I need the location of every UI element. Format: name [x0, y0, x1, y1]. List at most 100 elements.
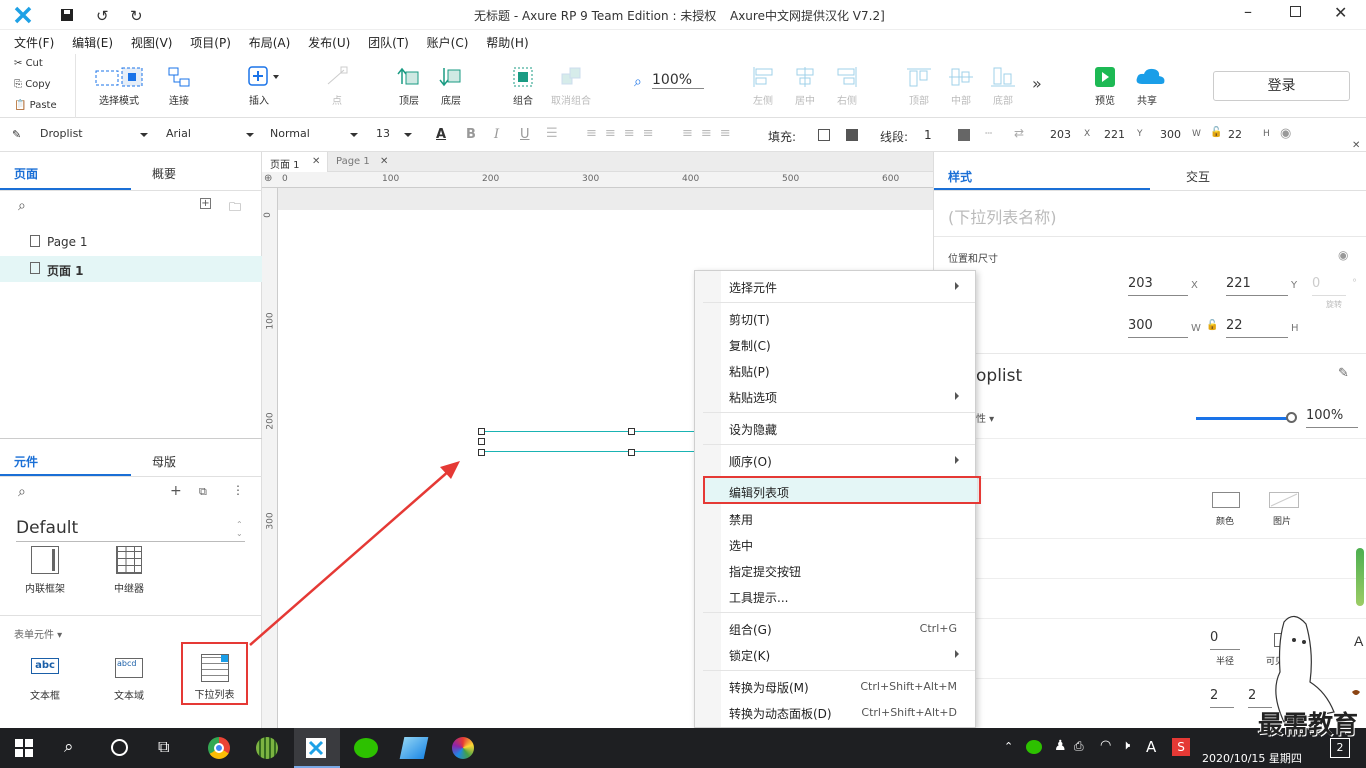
bottom-layer-button[interactable]: 底层: [436, 66, 466, 107]
search-icon[interactable]: ⌕: [18, 198, 26, 214]
style-select[interactable]: Droplist: [40, 125, 152, 145]
ungroup-button[interactable]: 取消组合: [548, 66, 594, 107]
connect-button[interactable]: 连接: [164, 66, 194, 107]
select-mode-button[interactable]: 选择模式: [95, 66, 143, 107]
tab-style[interactable]: 样式: [948, 168, 972, 185]
chrome-icon[interactable]: [208, 737, 230, 759]
ime-indicator[interactable]: A: [1146, 738, 1156, 756]
line-style-icon[interactable]: ┄: [985, 126, 992, 140]
cut-button[interactable]: ✂ Cut: [14, 58, 43, 69]
resize-handle[interactable]: [628, 428, 635, 435]
widget-name-input[interactable]: (下拉列表名称): [948, 204, 1057, 228]
lock-ratio-icon[interactable]: 🔓: [1210, 127, 1222, 138]
top-layer-button[interactable]: 顶层: [394, 66, 424, 107]
height-input[interactable]: 22: [1226, 318, 1288, 338]
widget-droplist[interactable]: 下拉列表: [181, 642, 248, 705]
format-h-value[interactable]: 22: [1228, 128, 1242, 141]
visibility-eye-icon[interactable]: ◉: [1280, 126, 1291, 141]
menu-edit[interactable]: 编辑(E): [72, 30, 113, 55]
tab-outline[interactable]: 概要: [152, 165, 176, 182]
tray-expand-icon[interactable]: ⌃: [1004, 740, 1013, 753]
font-size-select[interactable]: 13: [376, 125, 416, 145]
login-button[interactable]: 登录: [1213, 71, 1350, 101]
wifi-icon[interactable]: ◠: [1100, 738, 1111, 753]
scrollbar[interactable]: [1356, 548, 1364, 606]
library-select[interactable]: Default: [16, 518, 245, 542]
task-view-icon[interactable]: ⧉: [158, 737, 169, 757]
widget-inline-frame[interactable]: 内联框架: [20, 546, 70, 595]
shadow-swatch[interactable]: [846, 129, 858, 141]
opacity-slider[interactable]: [1196, 417, 1288, 420]
paste-button[interactable]: 📋 Paste: [14, 100, 57, 111]
folder-icon[interactable]: 🗀: [229, 198, 241, 219]
padding-left-input[interactable]: 2: [1210, 688, 1234, 708]
close-tab-icon[interactable]: ✕: [312, 156, 320, 167]
minimize-icon[interactable]: –: [1244, 2, 1252, 21]
x-input[interactable]: 203: [1128, 276, 1188, 296]
menu-item-group[interactable]: 组合(G): [729, 621, 772, 638]
menu-item-paste-options[interactable]: 粘贴选项: [729, 389, 777, 406]
cortana-icon[interactable]: [111, 739, 128, 756]
menu-project[interactable]: 项目(P): [190, 30, 231, 55]
resize-handle[interactable]: [478, 438, 485, 445]
menu-layout[interactable]: 布局(A): [249, 30, 291, 55]
menu-file[interactable]: 文件(F): [14, 30, 54, 55]
menu-item-submit-button[interactable]: 指定提交按钮: [729, 563, 801, 580]
line-width-value[interactable]: 1: [924, 128, 932, 142]
tray-wechat-icon[interactable]: [1026, 740, 1042, 754]
menu-item-tooltip[interactable]: 工具提示...: [729, 589, 788, 606]
app-green-icon[interactable]: [256, 737, 278, 759]
fill-color-swatch[interactable]: [818, 129, 830, 141]
lock-icon[interactable]: 🔓: [1206, 320, 1218, 331]
widget-repeater[interactable]: 中继器: [104, 546, 154, 595]
section-form-widgets[interactable]: 表单元件 ▾: [14, 626, 62, 641]
maximize-icon[interactable]: [1290, 6, 1301, 17]
menu-item-disable[interactable]: 禁用: [729, 511, 753, 528]
menu-help[interactable]: 帮助(H): [486, 30, 528, 55]
windows-start-icon[interactable]: [15, 739, 33, 760]
zoom-select[interactable]: 100%: [652, 72, 704, 89]
tray-sogou-icon[interactable]: S: [1172, 738, 1190, 756]
app-color-icon[interactable]: [452, 737, 474, 759]
close-tab-icon[interactable]: ✕: [380, 156, 388, 167]
copy-button[interactable]: ⎘ Copy: [14, 79, 51, 90]
undo-icon[interactable]: ↺: [96, 7, 109, 25]
widget-text-area[interactable]: abcd 文本域: [104, 658, 154, 702]
group-button[interactable]: 组合: [508, 66, 538, 107]
weight-select[interactable]: Normal: [270, 125, 362, 145]
library-copy-icon[interactable]: ⧉: [199, 485, 207, 499]
widget-search-icon[interactable]: ⌕: [18, 484, 26, 500]
align-top-button[interactable]: 顶部: [906, 66, 932, 107]
rotation-input[interactable]: 0: [1312, 276, 1346, 296]
menu-account[interactable]: 账户(C): [427, 30, 469, 55]
opacity-slider-thumb[interactable]: [1286, 412, 1297, 423]
menu-item-order[interactable]: 顺序(O): [729, 453, 772, 470]
tray-qq-icon[interactable]: ♟: [1054, 738, 1067, 754]
tab-pages[interactable]: 页面: [14, 165, 38, 182]
visibility-icon[interactable]: ◉: [1338, 248, 1348, 262]
corner-radius-input[interactable]: 0: [1210, 630, 1240, 650]
menu-publish[interactable]: 发布(U): [308, 30, 350, 55]
resize-handle[interactable]: [478, 428, 485, 435]
align-bottom-button[interactable]: 底部: [990, 66, 1016, 107]
arrow-style-icon[interactable]: ⇄: [1014, 126, 1024, 140]
width-input[interactable]: 300: [1128, 318, 1188, 338]
resize-handle[interactable]: [628, 449, 635, 456]
menu-item-cut[interactable]: 剪切(T): [729, 311, 770, 328]
axure-taskbar-button[interactable]: [294, 728, 340, 768]
underline-icon[interactable]: U: [520, 127, 530, 142]
menu-item-hide[interactable]: 设为隐藏: [729, 421, 777, 438]
close-panel-icon[interactable]: ✕: [1352, 140, 1360, 151]
more-tools-icon[interactable]: »: [1032, 74, 1042, 93]
tray-device-icon[interactable]: ⎙: [1074, 739, 1084, 754]
list-icon[interactable]: ☰: [546, 126, 558, 141]
tab-interactions[interactable]: 交互: [1186, 168, 1210, 185]
bold-icon[interactable]: B: [466, 127, 476, 142]
text-color-icon[interactable]: A: [436, 127, 446, 142]
menu-item-copy[interactable]: 复制(C): [729, 337, 771, 354]
menu-team[interactable]: 团队(T): [368, 30, 409, 55]
menu-item-select-widget[interactable]: 选择元件: [729, 279, 777, 296]
doc-tab[interactable]: Page 1 ✕: [328, 152, 392, 172]
add-page-icon[interactable]: +: [200, 198, 211, 209]
page-item[interactable]: Page 1: [0, 230, 262, 254]
